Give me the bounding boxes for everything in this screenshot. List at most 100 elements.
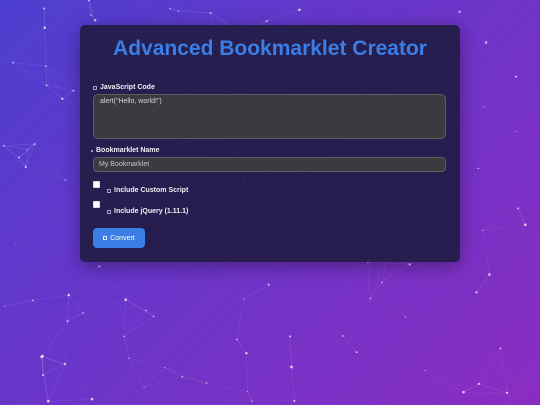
network-line <box>170 8 211 14</box>
network-line <box>88 0 96 21</box>
network-line <box>246 353 248 392</box>
network-line <box>367 261 383 283</box>
network-node <box>128 357 130 359</box>
network-node <box>245 352 248 355</box>
network-line <box>463 391 508 394</box>
network-node <box>87 0 90 2</box>
network-line <box>123 336 130 359</box>
network-node <box>143 386 145 388</box>
network-node <box>477 382 481 386</box>
custom-script-checkbox[interactable] <box>93 181 100 188</box>
network-node <box>298 8 301 12</box>
network-line <box>4 300 33 307</box>
network-line <box>500 348 508 393</box>
network-line <box>289 336 292 367</box>
network-line <box>3 145 26 168</box>
network-node <box>72 89 75 92</box>
convert-button-label: Convert <box>110 234 135 242</box>
network-node <box>31 299 34 302</box>
network-line <box>64 363 93 400</box>
network-node <box>177 10 180 12</box>
network-node <box>381 281 383 284</box>
network-line <box>483 106 516 132</box>
network-node <box>483 106 485 108</box>
network-line <box>123 316 154 337</box>
network-line <box>82 312 125 337</box>
network-line <box>425 370 464 393</box>
network-line <box>266 9 300 22</box>
network-node <box>61 97 64 100</box>
network-line <box>182 376 207 384</box>
network-node <box>458 10 461 13</box>
network-node <box>82 312 84 314</box>
network-node <box>45 65 47 67</box>
file-code-icon <box>107 188 111 193</box>
network-node <box>265 20 268 23</box>
network-line <box>370 298 406 318</box>
network-node <box>169 8 171 10</box>
network-node <box>515 131 517 133</box>
network-node <box>98 265 101 268</box>
network-line <box>44 0 89 9</box>
network-node <box>3 305 6 307</box>
network-node <box>515 75 518 78</box>
network-line <box>18 149 29 158</box>
network-line <box>483 76 517 108</box>
network-line <box>13 62 47 86</box>
network-line <box>482 208 519 231</box>
network-line <box>367 261 410 265</box>
network-node <box>482 229 484 231</box>
network-line <box>44 27 47 67</box>
network-line <box>247 391 295 402</box>
name-label-text: Bookmarklet Name <box>96 147 160 154</box>
convert-button[interactable]: Convert <box>93 228 145 248</box>
network-line <box>128 357 165 368</box>
network-node <box>145 309 147 312</box>
network-line <box>32 294 69 301</box>
network-line <box>246 353 292 368</box>
network-line <box>246 336 291 354</box>
network-node <box>33 143 36 145</box>
network-line <box>46 85 63 100</box>
network-line <box>34 143 66 181</box>
network-line <box>67 312 84 322</box>
network-line <box>485 42 517 77</box>
network-node <box>64 179 66 181</box>
network-node <box>475 291 478 294</box>
network-line <box>381 264 410 283</box>
javascript-code-textarea[interactable]: alert("Hello, world!") <box>93 94 446 139</box>
custom-script-label[interactable]: Include Custom Script <box>107 187 188 194</box>
plugin-icon <box>107 209 111 214</box>
network-node <box>24 165 27 169</box>
jquery-checkbox[interactable] <box>93 201 100 208</box>
network-line <box>367 261 371 299</box>
network-line <box>25 166 66 181</box>
magic-icon <box>103 236 108 240</box>
network-line <box>13 62 46 67</box>
network-line <box>88 0 92 16</box>
network-line <box>125 299 147 311</box>
creator-card: Advanced Bookmarklet Creator JavaScript … <box>80 25 460 262</box>
network-line <box>128 357 145 388</box>
network-line <box>45 65 63 99</box>
network-node <box>355 351 358 354</box>
page-title: Advanced Bookmarklet Creator <box>113 37 427 60</box>
network-node <box>205 382 208 384</box>
network-node <box>41 374 45 377</box>
network-line <box>68 294 84 314</box>
bookmarklet-name-input[interactable]: My Bookmarklet <box>93 157 446 172</box>
network-line <box>82 299 126 314</box>
network-node <box>209 11 212 14</box>
network-node <box>43 7 46 10</box>
network-node <box>45 84 48 87</box>
network-node <box>46 399 50 403</box>
network-node <box>66 320 69 323</box>
network-node <box>236 338 238 341</box>
network-node <box>40 355 44 359</box>
network-node <box>93 19 97 22</box>
jquery-label[interactable]: Include jQuery (1.11.1) <box>107 208 188 215</box>
network-line <box>236 299 245 340</box>
network-node <box>27 148 29 150</box>
network-node <box>90 397 94 401</box>
network-line <box>370 258 388 299</box>
